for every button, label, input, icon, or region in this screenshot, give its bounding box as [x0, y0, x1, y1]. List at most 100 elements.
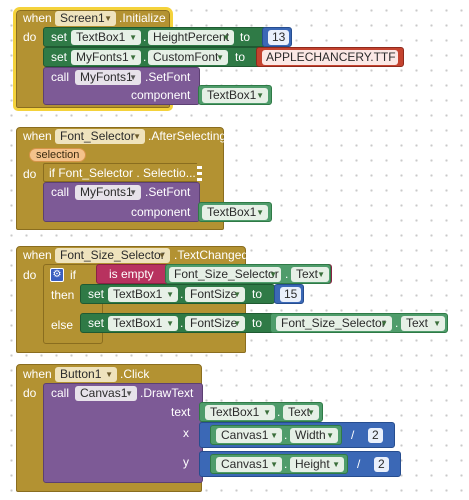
textbox1-dropdown[interactable]: TextBox1 ▼ — [71, 30, 141, 45]
text-property-dropdown[interactable]: Text ▼ — [283, 405, 319, 420]
dot-separator: . — [284, 457, 288, 471]
chevron-down-icon: ▼ — [125, 389, 133, 398]
to-keyword: to — [235, 50, 246, 64]
when-keyword: when — [23, 129, 52, 143]
textbox1-dropdown[interactable]: TextBox1 ▼ — [205, 405, 275, 420]
chevron-down-icon: ▼ — [129, 53, 137, 62]
font-size-selector-dropdown[interactable]: Font_Size_Selector ▼ — [276, 316, 392, 331]
chevron-down-icon: ▼ — [317, 270, 325, 279]
x-divisor-value[interactable]: 2 — [368, 428, 383, 443]
number-value[interactable]: 13 — [268, 30, 290, 45]
text-param-label: text — [171, 405, 191, 419]
chevron-down-icon: ▼ — [105, 370, 113, 379]
call-keyword: call — [51, 386, 70, 400]
then-keyword: then — [51, 288, 75, 302]
collapsed-jagged-edge — [197, 163, 202, 182]
chevron-down-icon: ▼ — [129, 188, 137, 197]
text-property-dropdown[interactable]: Text ▼ — [291, 267, 329, 282]
chevron-down-icon: ▼ — [158, 251, 166, 260]
selection-param[interactable]: selection — [29, 148, 87, 162]
chevron-down-icon: ▼ — [326, 431, 334, 440]
to-keyword: to — [240, 30, 251, 44]
heightpercent-property-dropdown[interactable]: HeightPercent ▼ — [148, 30, 234, 45]
dot-separator: . — [143, 30, 147, 44]
setfont-method-label: .SetFont — [145, 70, 191, 84]
y-divisor-value[interactable]: 2 — [374, 457, 389, 472]
chevron-down-icon: ▼ — [332, 460, 340, 469]
to-keyword: to — [252, 287, 263, 301]
when-keyword: when — [23, 11, 52, 25]
component-param-label: component — [131, 88, 191, 102]
number-value[interactable]: 15 — [280, 287, 302, 302]
afterselecting-event-label: .AfterSelecting — [148, 129, 227, 143]
chevron-down-icon: ▼ — [256, 91, 264, 100]
font-selector-component-dropdown[interactable]: Font_Selector ▼ — [55, 129, 145, 144]
collapsed-if-text: if Font_Selector . Selectio... — [49, 166, 196, 180]
chevron-down-icon: ▼ — [166, 290, 174, 299]
myfonts1-dropdown[interactable]: MyFonts1 ▼ — [71, 50, 141, 65]
textbox1-dropdown[interactable]: TextBox1 ▼ — [202, 88, 268, 103]
when-keyword: when — [23, 367, 52, 381]
chevron-down-icon: ▼ — [270, 460, 278, 469]
canvas1-dropdown[interactable]: Canvas1 ▼ — [75, 386, 137, 401]
chevron-down-icon: ▼ — [269, 270, 277, 279]
dot-separator: . — [395, 316, 399, 330]
drawtext-method-label: .DrawText — [140, 386, 194, 400]
dot-separator: . — [143, 50, 147, 64]
font-size-selector-dropdown[interactable]: Font_Size_Selector ▼ — [169, 267, 281, 282]
set-keyword: set — [88, 316, 105, 330]
chevron-down-icon: ▼ — [233, 290, 241, 299]
font-size-selector-component-dropdown[interactable]: Font_Size_Selector ▼ — [55, 248, 170, 263]
gear-icon[interactable]: ⚙ — [50, 268, 64, 282]
do-keyword: do — [23, 167, 37, 181]
dot-separator: . — [180, 316, 184, 330]
button1-component-dropdown[interactable]: Button1 ▼ — [55, 367, 117, 382]
textchanged-event-label: .TextChanged — [174, 248, 249, 262]
chevron-down-icon: ▼ — [133, 132, 141, 141]
chevron-down-icon: ▼ — [256, 208, 264, 217]
textbox1-dropdown[interactable]: TextBox1 ▼ — [108, 287, 178, 302]
text-string-value[interactable]: APPLECHANCERY.TTF — [262, 50, 398, 65]
when-keyword: when — [23, 248, 52, 262]
chevron-down-icon: ▼ — [270, 431, 278, 440]
customfont-property-dropdown[interactable]: CustomFont ▼ — [148, 50, 228, 65]
width-property-dropdown[interactable]: Width ▼ — [290, 428, 338, 443]
do-keyword: do — [23, 268, 37, 282]
textbox1-dropdown[interactable]: TextBox1 ▼ — [108, 316, 178, 331]
divide-operator: / — [351, 428, 355, 442]
dot-separator: . — [285, 267, 289, 281]
canvas1-dropdown[interactable]: Canvas1 ▼ — [216, 428, 282, 443]
chevron-down-icon: ▼ — [104, 14, 112, 23]
fontsize-property-dropdown[interactable]: FontSize ▼ — [185, 287, 245, 302]
set-keyword: set — [51, 50, 68, 64]
to-keyword: to — [252, 316, 263, 330]
text-property-dropdown[interactable]: Text ▼ — [401, 316, 445, 331]
setfont-method-label: .SetFont — [145, 185, 191, 199]
chevron-down-icon: ▼ — [233, 319, 241, 328]
fontsize-property-dropdown[interactable]: FontSize ▼ — [185, 316, 245, 331]
chevron-down-icon: ▼ — [433, 319, 441, 328]
canvas1-dropdown[interactable]: Canvas1 ▼ — [216, 457, 282, 472]
chevron-down-icon: ▼ — [166, 319, 174, 328]
chevron-down-icon: ▼ — [129, 73, 137, 82]
screen1-component-dropdown[interactable]: Screen1 ▼ — [55, 11, 116, 26]
dot-separator: . — [277, 405, 281, 419]
initialize-event-label: .Initialize — [119, 11, 166, 25]
myfonts1-dropdown[interactable]: MyFonts1 ▼ — [75, 185, 141, 200]
y-param-label: y — [183, 455, 189, 469]
if-keyword: if — [70, 268, 76, 282]
chevron-down-icon: ▼ — [380, 319, 388, 328]
do-keyword: do — [23, 30, 37, 44]
x-param-label: x — [183, 426, 189, 440]
textbox1-dropdown[interactable]: TextBox1 ▼ — [202, 205, 268, 220]
set-keyword: set — [51, 30, 68, 44]
chevron-down-icon: ▼ — [307, 408, 315, 417]
dot-separator: . — [284, 428, 288, 442]
click-event-label: .Click — [120, 367, 150, 381]
component-param-label: component — [131, 205, 191, 219]
myfonts1-dropdown[interactable]: MyFonts1 ▼ — [75, 70, 141, 85]
height-property-dropdown[interactable]: Height ▼ — [290, 457, 344, 472]
chevron-down-icon: ▼ — [129, 33, 137, 42]
call-keyword: call — [51, 185, 70, 199]
is-empty-label: is empty — [109, 267, 154, 281]
